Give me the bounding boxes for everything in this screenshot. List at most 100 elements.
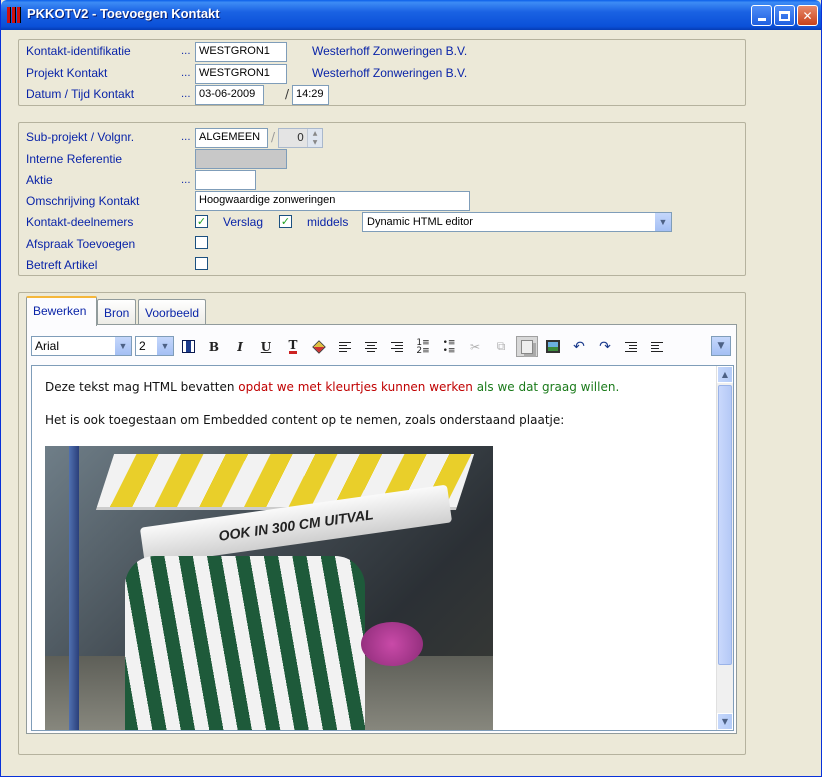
copy-icon: ⧉ [496, 339, 506, 353]
scroll-up-button[interactable]: ▲ [717, 366, 733, 383]
unordered-list-button[interactable]: •≡ •≡ [438, 336, 460, 357]
tab-panel-bewerken: Arial ▼ 2 ▼ B I U T 1≡ 2≡ •≡ •≡ ✂ ⧉ ↶ ↷ … [26, 324, 737, 734]
align-right-icon [391, 341, 403, 352]
artikel-label: Betreft Artikel [26, 258, 98, 272]
contact-id-field[interactable]: WESTGRON1 [195, 42, 287, 62]
datetime-slash: / [285, 87, 290, 101]
paste-button[interactable] [516, 336, 538, 357]
afspraak-label: Afspraak Toevoegen [26, 237, 136, 251]
editor-paragraph-2: Het is ook toegestaan om Embedded conten… [45, 413, 565, 427]
artikel-checkbox[interactable] [195, 257, 208, 270]
subproject-dots: ... [181, 132, 191, 143]
redo-icon: ↷ [599, 338, 611, 355]
subproject-label: Sub-projekt / Volgnr. [26, 130, 135, 144]
chevron-down-icon[interactable]: ▼ [156, 337, 173, 355]
omschrijving-label: Omschrijving Kontakt [26, 194, 140, 208]
check-icon: ✓ [280, 215, 291, 228]
tab-bewerken[interactable]: Bewerken [26, 296, 97, 326]
omschrijving-field[interactable]: Hoogwaardige zonweringen [195, 191, 470, 211]
redo-button[interactable]: ↷ [594, 336, 616, 357]
chevron-down-icon: ▼ [717, 341, 725, 351]
editor-paragraph-1: Deze tekst mag HTML bevatten opdat we me… [45, 380, 619, 394]
check-icon: ✓ [196, 215, 207, 228]
maximize-icon [779, 10, 790, 21]
align-right-button[interactable] [386, 336, 408, 357]
close-button[interactable]: ✕ [797, 5, 818, 26]
spin-down-icon[interactable]: ▼ [308, 138, 322, 147]
save-icon [181, 340, 195, 353]
save-button[interactable] [177, 336, 199, 357]
contact-id-label: Kontakt-identifikatie [26, 44, 131, 58]
app-icon [7, 7, 21, 23]
volgnr-spin-buttons[interactable]: ▲ ▼ [307, 129, 322, 147]
bullet-list-icon: •≡ •≡ [442, 337, 456, 356]
cut-button[interactable]: ✂ [464, 336, 486, 357]
middels-label: middels [307, 215, 349, 229]
background-color-button[interactable] [308, 336, 330, 357]
align-center-icon [365, 341, 377, 352]
toolbar-menu-button[interactable]: ▼ [711, 336, 731, 356]
font-select[interactable]: Arial ▼ [31, 336, 132, 356]
deelnemers-checkbox[interactable]: ✓ [195, 215, 208, 228]
subproject-slash: / [271, 130, 276, 144]
datetime-label: Datum / Tijd Kontakt [26, 87, 135, 101]
font-value: Arial [35, 339, 60, 353]
text-plain: Deze tekst mag HTML bevatten [45, 380, 239, 394]
editor-scrollbar[interactable]: ▲ ▼ [716, 366, 733, 730]
project-field[interactable]: WESTGRON1 [195, 64, 287, 84]
copy-button[interactable]: ⧉ [490, 336, 512, 357]
verslag-label: Verslag [223, 215, 264, 229]
ordered-list-button[interactable]: 1≡ 2≡ [412, 336, 434, 357]
contact-group: Kontakt-identifikatie ... WESTGRON1 West… [18, 39, 746, 106]
aktie-field[interactable] [195, 170, 256, 190]
text-red: opdat we met kleurtjes kunnen werken [238, 380, 473, 394]
indent-icon [625, 341, 637, 352]
minimize-icon [757, 18, 766, 21]
outdent-button[interactable] [646, 336, 668, 357]
text-color-icon: T [288, 337, 298, 354]
photo-pole [69, 446, 79, 730]
volgnr-stepper[interactable]: 0 ▲ ▼ [278, 128, 323, 148]
maximize-button[interactable] [774, 5, 795, 26]
size-value: 2 [139, 339, 146, 353]
text-color-button[interactable]: T [282, 336, 304, 357]
insert-image-button[interactable] [542, 336, 564, 357]
chevron-down-icon[interactable]: ▼ [654, 213, 671, 231]
chevron-down-icon[interactable]: ▼ [114, 337, 131, 355]
project-dots: ... [181, 68, 191, 79]
aktie-label: Aktie [26, 173, 53, 187]
datetime-dots: ... [181, 89, 191, 100]
window-title: PKKOTV2 - Toevoegen Kontakt [27, 6, 220, 21]
close-icon: ✕ [802, 8, 813, 23]
scroll-thumb[interactable] [718, 385, 732, 665]
afspraak-checkbox[interactable] [195, 236, 208, 249]
align-left-button[interactable] [334, 336, 356, 357]
details-group: Sub-projekt / Volgnr. ... ALGEMEEN / 0 ▲… [18, 122, 746, 276]
time-field[interactable]: 14:29 [292, 85, 329, 105]
verslag-checkbox[interactable]: ✓ [279, 215, 292, 228]
bold-button[interactable]: B [203, 336, 225, 357]
date-field[interactable]: 03-06-2009 [195, 85, 264, 105]
embedded-awning-photo[interactable]: OOK IN 300 CM UITVAL [45, 446, 493, 730]
project-label: Projekt Kontakt [26, 66, 108, 80]
tab-bron[interactable]: Bron [97, 299, 136, 325]
align-center-button[interactable] [360, 336, 382, 357]
italic-button[interactable]: I [229, 336, 251, 357]
html-editor[interactable]: Deze tekst mag HTML bevatten opdat we me… [31, 365, 734, 731]
title-bar[interactable]: PKKOTV2 - Toevoegen Kontakt ✕ [1, 0, 821, 30]
fill-color-icon [312, 339, 326, 354]
scroll-down-button[interactable]: ▼ [717, 713, 733, 730]
undo-button[interactable]: ↶ [568, 336, 590, 357]
underline-button[interactable]: U [255, 336, 277, 357]
editor-content[interactable]: Deze tekst mag HTML bevatten opdat we me… [45, 380, 619, 446]
middels-select[interactable]: Dynamic HTML editor ▼ [362, 212, 672, 232]
minimize-button[interactable] [751, 5, 772, 26]
subproject-field[interactable]: ALGEMEEN [195, 128, 268, 148]
align-left-icon [339, 341, 351, 352]
window: PKKOTV2 - Toevoegen Kontakt ✕ Kontakt-id… [0, 0, 822, 777]
spin-up-icon[interactable]: ▲ [308, 129, 322, 138]
awning-green-white [125, 556, 365, 730]
size-select[interactable]: 2 ▼ [135, 336, 174, 356]
indent-button[interactable] [620, 336, 642, 357]
tab-voorbeeld[interactable]: Voorbeeld [138, 299, 206, 325]
